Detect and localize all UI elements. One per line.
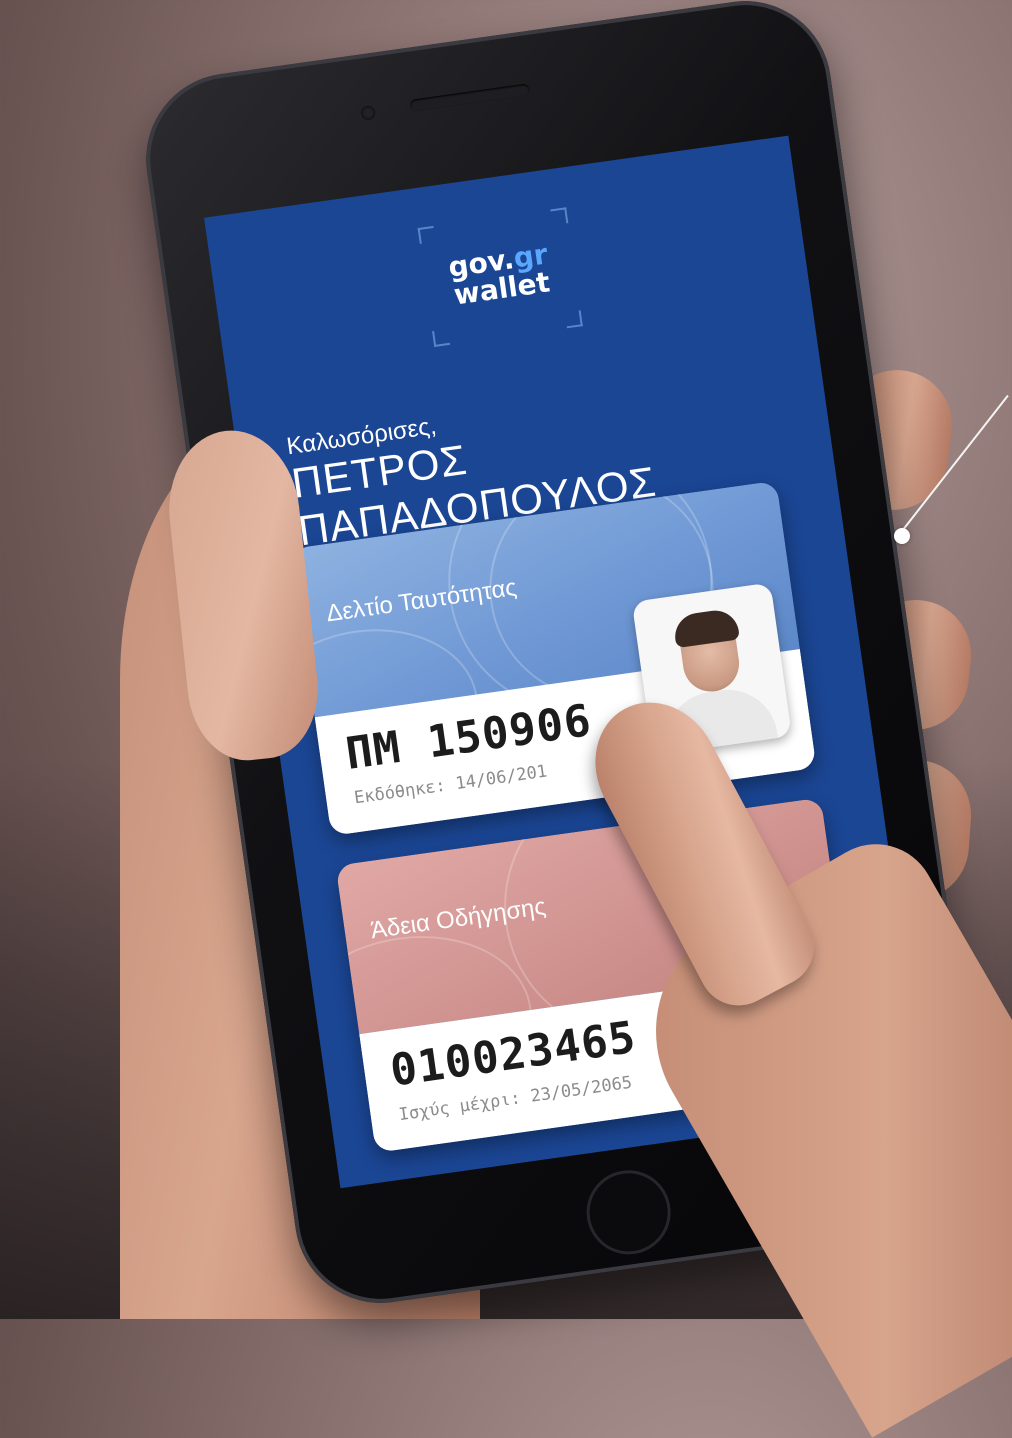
earpiece-speaker bbox=[409, 83, 531, 112]
callout-dot-icon bbox=[894, 528, 910, 544]
front-camera-icon bbox=[360, 104, 376, 121]
govgr-wallet-logo: gov.gr wallet bbox=[417, 207, 583, 347]
home-button[interactable] bbox=[581, 1164, 677, 1260]
